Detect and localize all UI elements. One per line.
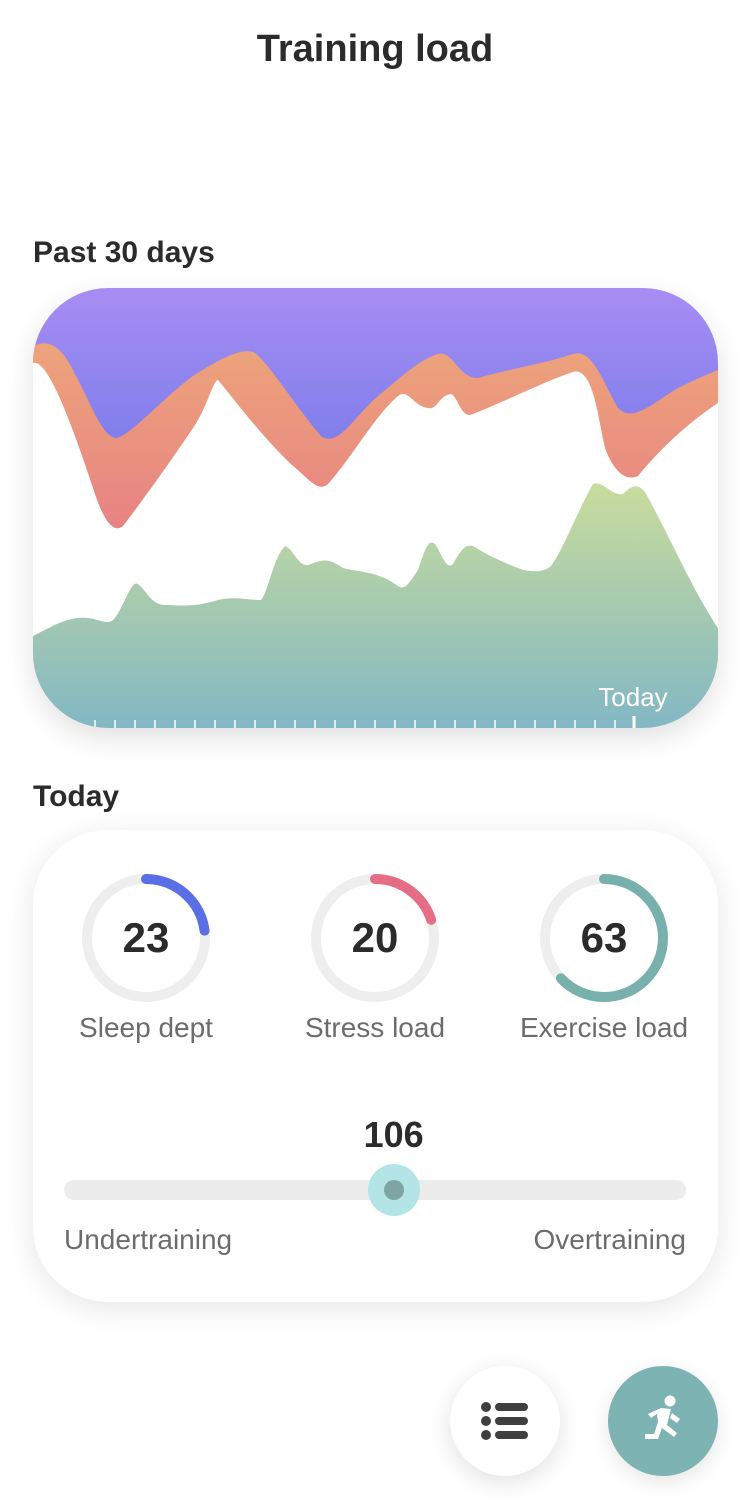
today-axis-label: Today: [598, 682, 667, 712]
stress-load-value: 20: [351, 914, 399, 961]
stress-load-label: Stress load: [304, 1012, 446, 1043]
exercise-load-ring: 63: [534, 868, 674, 1008]
stress-load-ring: 20: [305, 868, 445, 1008]
today-heading: Today: [33, 780, 120, 813]
sleep-dept-value: 23: [122, 914, 170, 961]
running-person-icon: [645, 1395, 680, 1439]
sleep-dept-ring: 23: [76, 868, 216, 1008]
knob-center-dot: [383, 1180, 404, 1200]
start-workout-button[interactable]: [608, 1366, 718, 1476]
past-30-days-heading: Past 30 days: [33, 236, 215, 269]
list-icon: [481, 1402, 528, 1440]
overtraining-label: Overtraining: [533, 1224, 686, 1255]
list-view-button[interactable]: [450, 1366, 560, 1476]
training-balance-knob[interactable]: [367, 1164, 420, 1216]
page-title: Training load: [256, 28, 494, 70]
exercise-load-label: Exercise load: [519, 1012, 689, 1043]
exercise-load-value: 63: [580, 914, 628, 961]
chart-svg: Today: [33, 288, 718, 728]
today-summary-card: 23 Sleep dept 20 Stress load 63 Exercise…: [33, 830, 718, 1302]
undertraining-label: Undertraining: [64, 1224, 233, 1255]
training-load-chart: Today: [33, 288, 718, 728]
sleep-dept-label: Sleep dept: [79, 1012, 213, 1043]
total-load-value: 106: [363, 1114, 424, 1155]
